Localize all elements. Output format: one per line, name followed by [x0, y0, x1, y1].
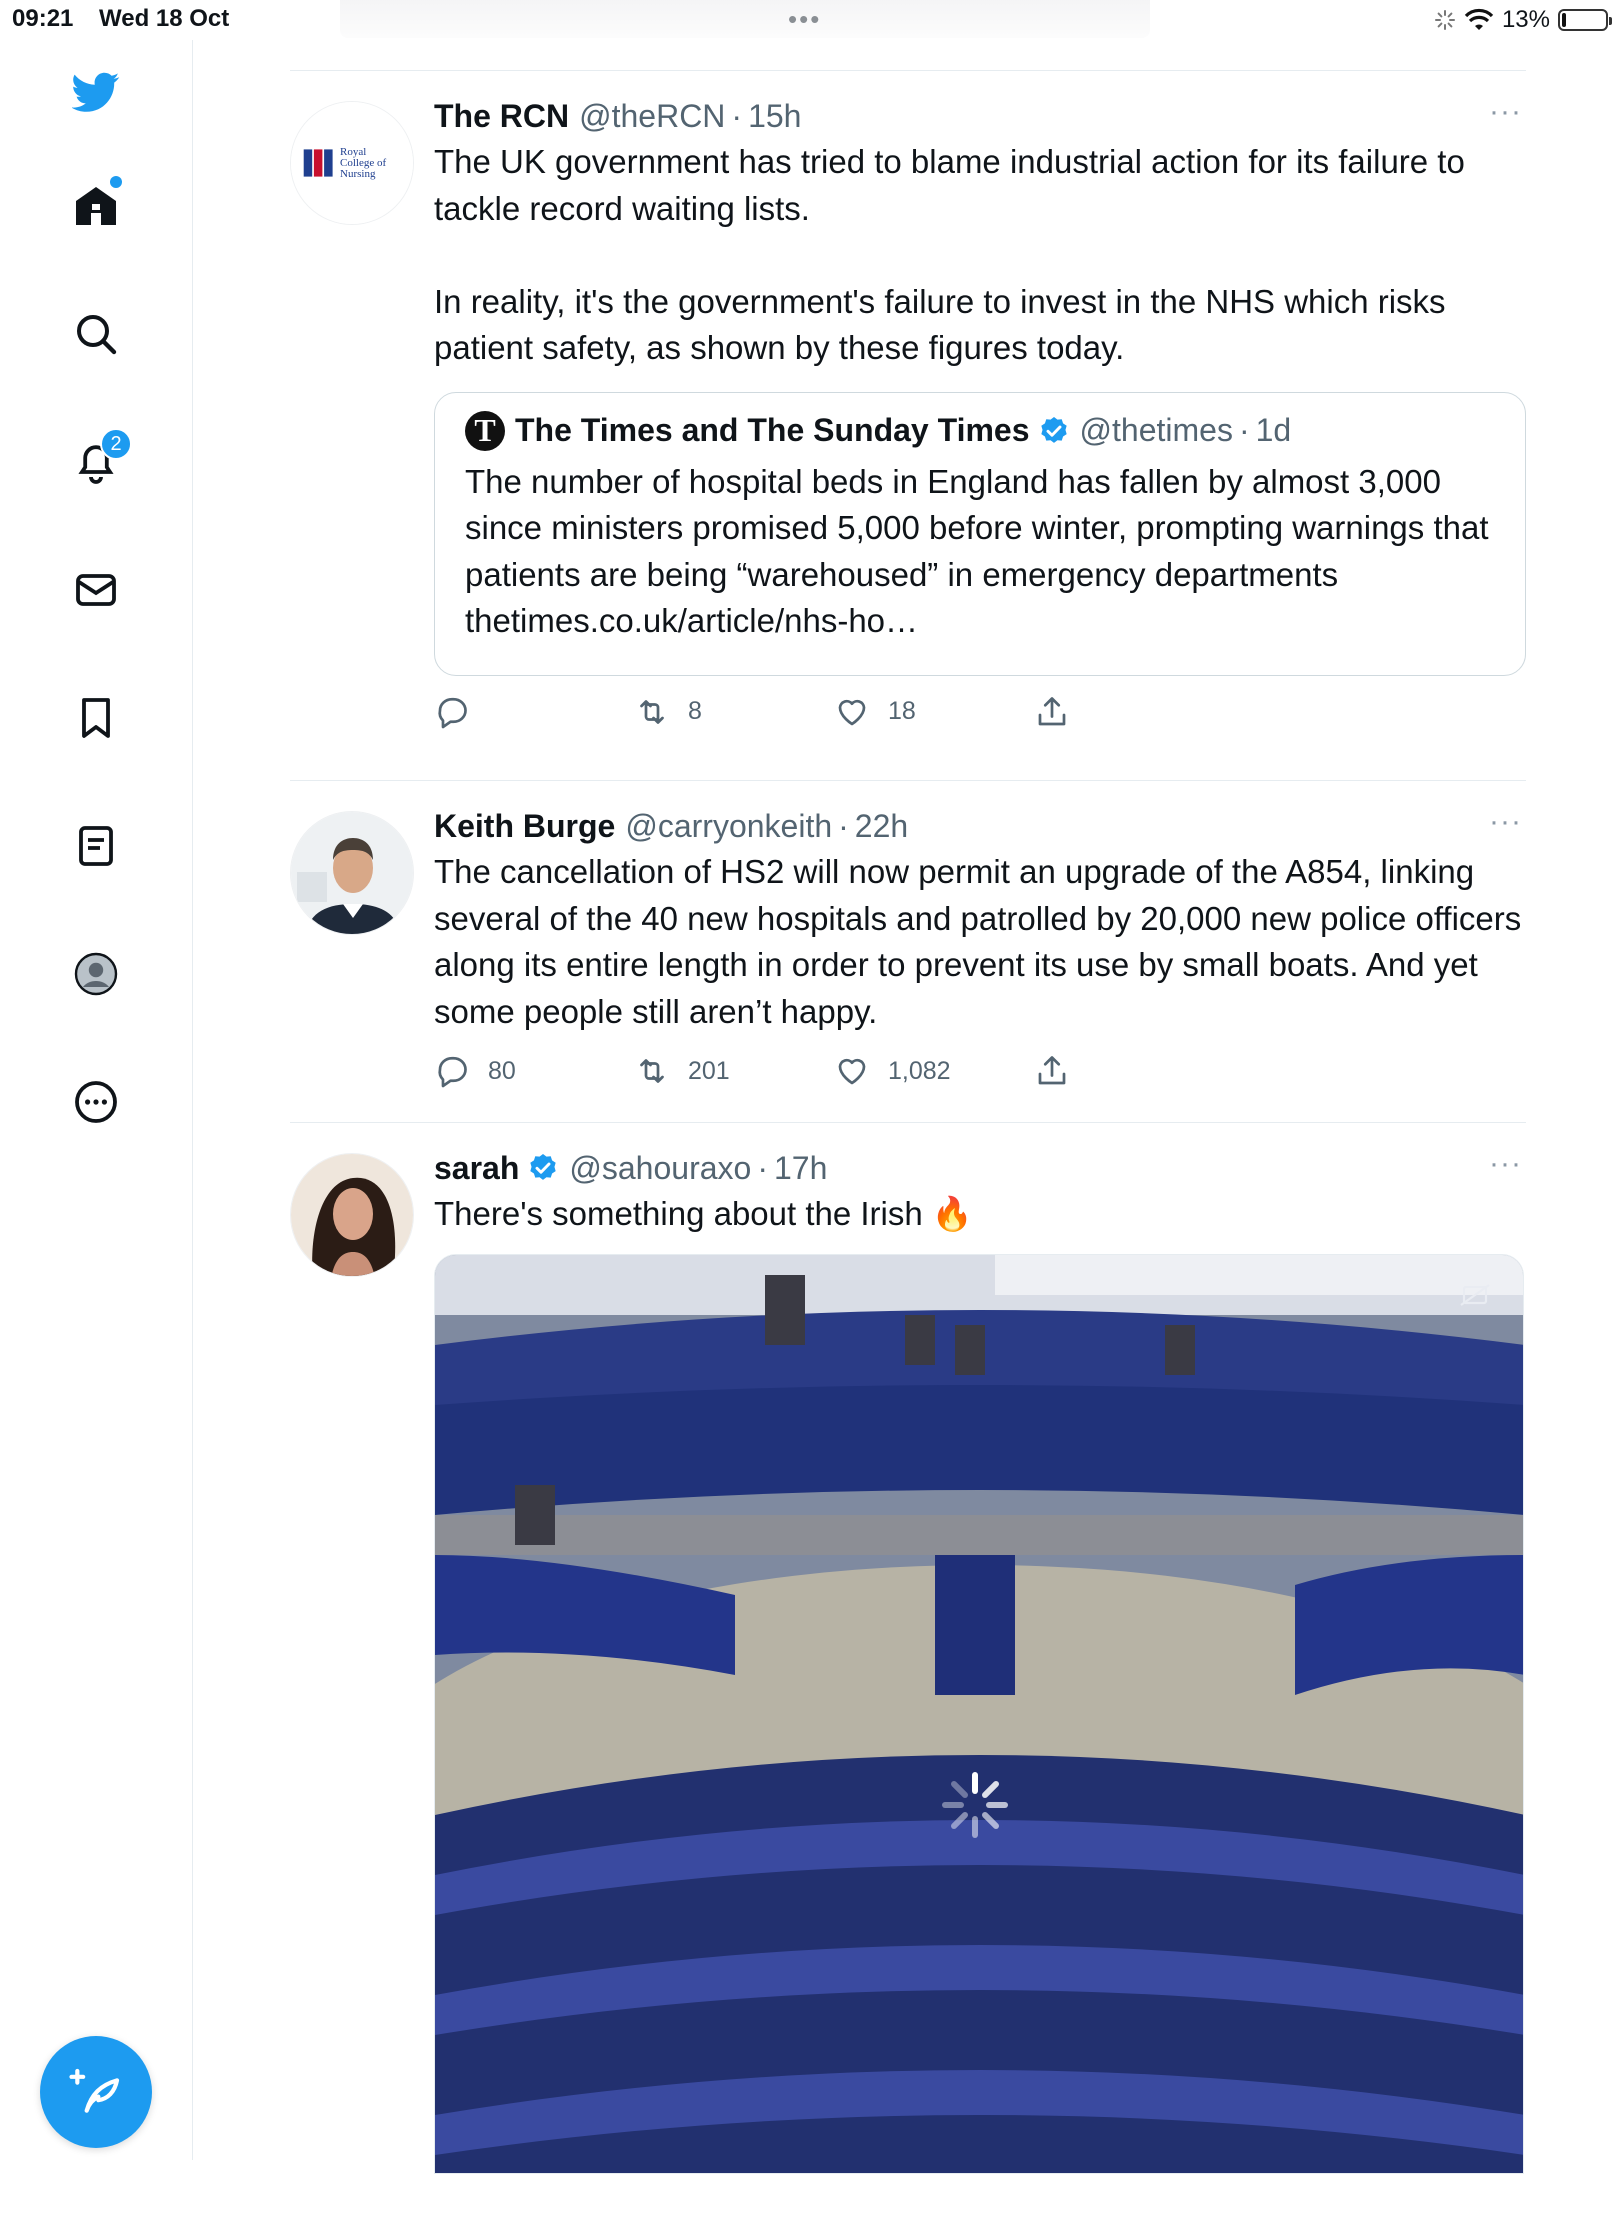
tweet-sarah-content: sarah @sahouraxo · 17h ··· There's somet…: [434, 1147, 1526, 2174]
battery-icon: [1558, 9, 1612, 31]
tweet-keith-burge-content: Keith Burge @carryonkeith · 22h ··· The …: [434, 805, 1526, 1103]
avatar-sarah[interactable]: [290, 1153, 414, 1277]
quoted-tweet-time: 1d: [1255, 412, 1292, 448]
separator-dot: ·: [1238, 412, 1250, 448]
multitasking-dots[interactable]: •••: [788, 4, 821, 35]
reply-button[interactable]: [434, 694, 488, 730]
like-button[interactable]: 18: [834, 694, 916, 730]
reply-icon: [438, 1056, 467, 1088]
verified-badge-icon: [1040, 416, 1067, 443]
reply-button[interactable]: 80: [434, 1053, 516, 1089]
lists-icon[interactable]: [64, 814, 128, 878]
tweet-rcn-content: The RCN @theRCN · 15h ··· The UK governm…: [434, 95, 1526, 744]
tweet-actions: 8 18: [434, 694, 1526, 744]
tweet-rcn[interactable]: Royal College of Nursing The RCN @theRCN…: [290, 71, 1526, 780]
timeline: Royal College of Nursing The RCN @theRCN…: [290, 70, 1526, 2223]
activity-spinner-icon: [1434, 10, 1455, 30]
tweet-header: The RCN @theRCN · 15h ···: [434, 95, 1526, 137]
like-button[interactable]: 1,082: [834, 1053, 951, 1089]
separator-dot: ·: [731, 97, 743, 134]
bookmarks-icon[interactable]: [64, 686, 128, 750]
quoted-author-handle: @thetimes: [1079, 412, 1233, 448]
author-handle[interactable]: @carryonkeith: [625, 808, 832, 845]
status-bar: 09:21 Wed 18 Oct ••• 13%: [0, 0, 1620, 40]
tweet-actions: 80 201 1,082: [434, 1053, 1526, 1103]
author-name[interactable]: sarah: [434, 1150, 519, 1187]
tweet-sarah[interactable]: sarah @sahouraxo · 17h ··· There's somet…: [290, 1123, 1526, 2223]
tweet-header: sarah @sahouraxo · 17h ···: [434, 1147, 1526, 1189]
tweet-more-icon[interactable]: ···: [1489, 1147, 1522, 1181]
separator-dot: ·: [838, 807, 849, 844]
video-still-parliament: [435, 1254, 1523, 2173]
quoted-author-name: The Times and The Sunday Times: [515, 412, 1030, 448]
quoted-tweet[interactable]: T The Times and The Sunday Times @thetim…: [434, 391, 1526, 676]
author-handle[interactable]: @sahouraxo: [569, 1150, 751, 1187]
tweet-video[interactable]: [434, 1253, 1524, 2174]
share-button[interactable]: [1034, 694, 1088, 730]
times-logo-icon: T: [465, 410, 505, 451]
reply-icon: [438, 697, 467, 728]
search-icon[interactable]: [64, 302, 128, 366]
retweet-button[interactable]: 201: [634, 1053, 730, 1089]
compose-tweet-button[interactable]: [40, 2036, 152, 2148]
like-count: 1,082: [888, 1056, 951, 1085]
reply-count: 80: [488, 1056, 516, 1085]
status-time: 09:21: [12, 5, 74, 32]
like-count: 18: [888, 697, 916, 725]
author-name[interactable]: The RCN: [434, 98, 569, 135]
tweet-keith-burge[interactable]: Keith Burge @carryonkeith · 22h ··· The …: [290, 781, 1526, 1122]
tweet-time[interactable]: 15h: [748, 98, 801, 135]
tweet-header: Keith Burge @carryonkeith · 22h ···: [434, 805, 1526, 847]
status-right: 13%: [1434, 6, 1612, 34]
tweet-time[interactable]: 17h: [774, 1150, 827, 1187]
avatar-rcn[interactable]: Royal College of Nursing: [290, 101, 414, 225]
retweet-count: 8: [688, 697, 702, 725]
avatar-photo: [291, 1154, 413, 1276]
profile-avatar-icon[interactable]: [64, 942, 128, 1006]
tweet-more-icon[interactable]: ···: [1489, 95, 1522, 129]
tweet-more-icon[interactable]: ···: [1489, 805, 1522, 839]
tweet-text: The cancellation of HS2 will now permit …: [434, 853, 1531, 1030]
battery-percent: 13%: [1501, 6, 1550, 33]
twitter-logo-icon[interactable]: [64, 60, 128, 124]
heart-icon: [838, 1058, 866, 1085]
more-options-circle-icon[interactable]: [64, 1070, 128, 1134]
notifications-bell-icon[interactable]: 2: [64, 428, 132, 494]
notifications-badge: 2: [100, 428, 132, 460]
retweet-count: 201: [688, 1056, 730, 1085]
top-fade: [340, 0, 1150, 38]
wifi-icon: [1464, 8, 1494, 30]
rcn-logo-text: Royal College of Nursing: [340, 145, 387, 180]
author-handle[interactable]: @theRCN: [579, 98, 725, 135]
status-date: Wed 18 Oct: [99, 5, 230, 32]
home-icon[interactable]: [64, 174, 128, 238]
share-icon: [1038, 1056, 1066, 1085]
avatar-photo: [291, 812, 413, 934]
retweet-icon: [640, 699, 664, 724]
separator-dot: ·: [757, 1149, 768, 1186]
author-name[interactable]: Keith Burge: [434, 808, 615, 845]
retweet-button[interactable]: 8: [634, 694, 702, 730]
heart-icon: [838, 699, 866, 725]
tweet-text: There's something about the Irish 🔥: [434, 1195, 973, 1232]
retweet-icon: [640, 1059, 664, 1083]
quoted-tweet-header: T The Times and The Sunday Times @thetim…: [465, 410, 1495, 451]
verified-badge-icon: [530, 1154, 557, 1180]
tweet-time[interactable]: 22h: [855, 808, 908, 845]
compose-quill-icon: [69, 2068, 120, 2113]
quoted-tweet-text: The number of hospital beds in England h…: [465, 462, 1489, 640]
home-new-dot: [110, 176, 122, 188]
messages-envelope-icon[interactable]: [64, 558, 128, 622]
avatar-keith-burge[interactable]: [290, 811, 414, 935]
share-icon: [1038, 696, 1066, 725]
tweet-text: The UK government has tried to blame ind…: [434, 143, 1465, 366]
side-nav: 2: [0, 40, 193, 2160]
rcn-logo-icon: [303, 149, 333, 177]
share-button[interactable]: [1034, 1053, 1088, 1089]
